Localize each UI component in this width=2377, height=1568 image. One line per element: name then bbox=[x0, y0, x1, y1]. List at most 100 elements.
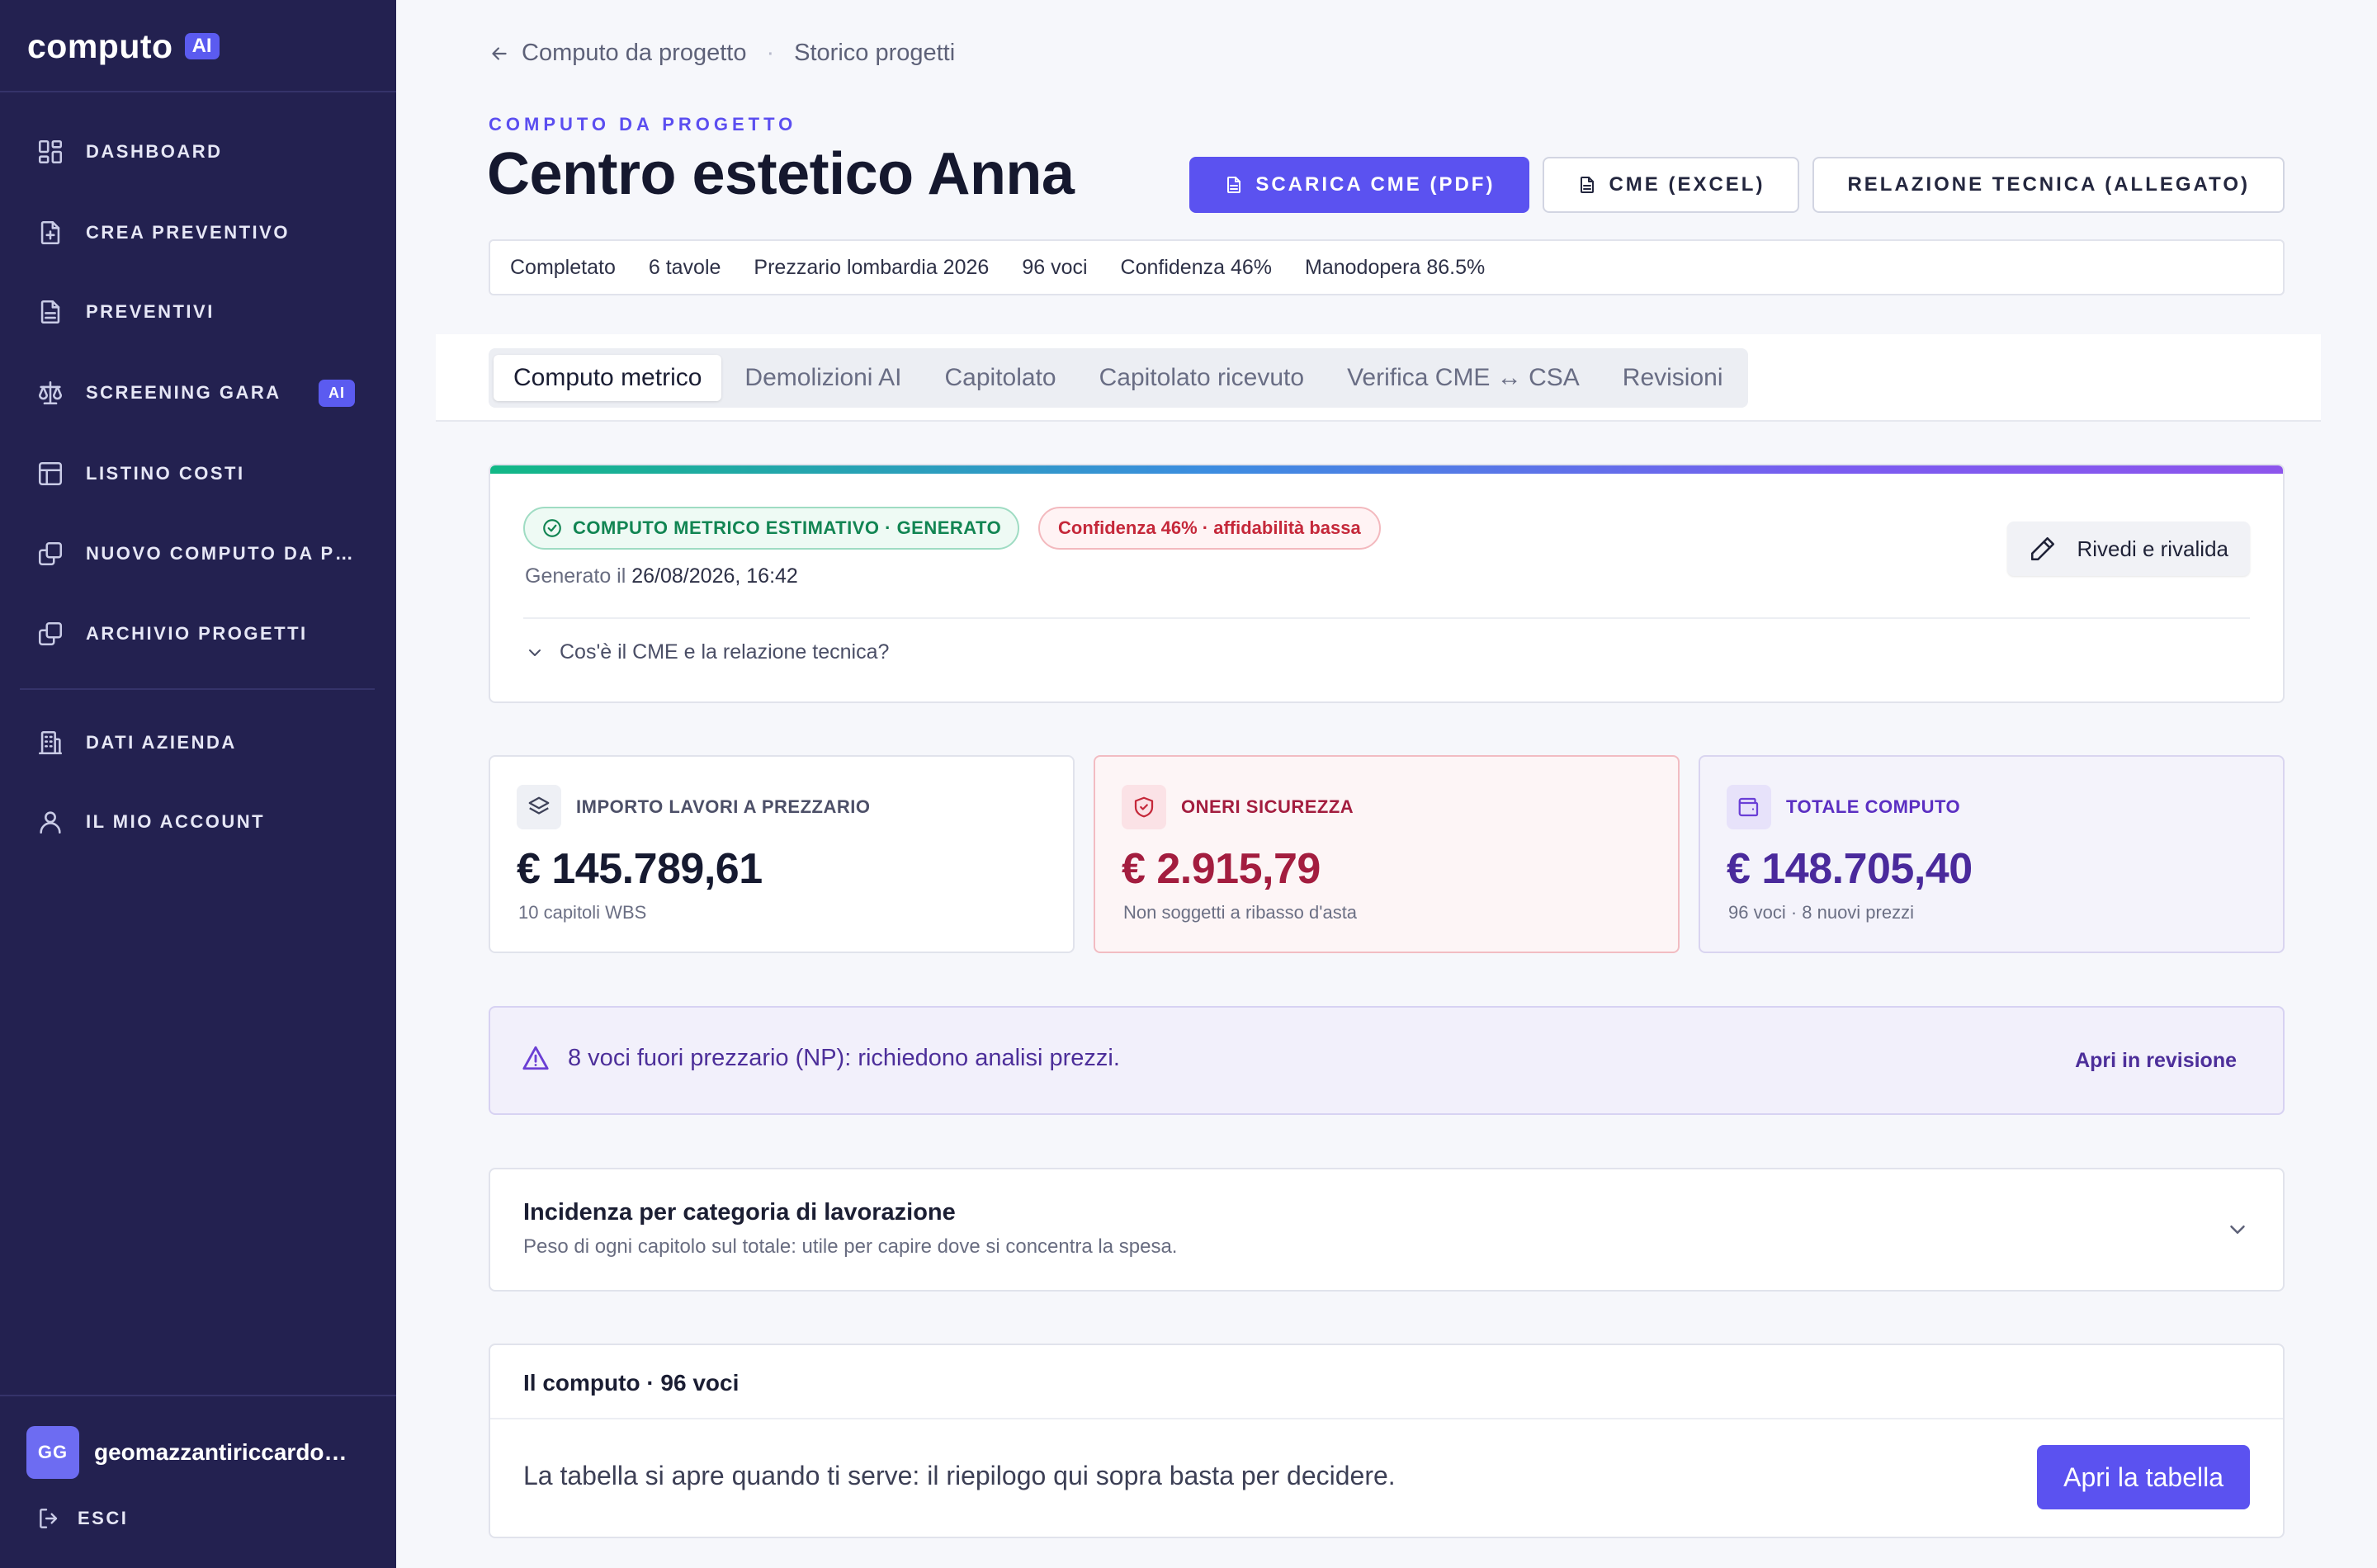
ai-badge: AI bbox=[319, 379, 355, 407]
chevron-down-icon[interactable] bbox=[2225, 1217, 2250, 1242]
breadcrumb: Computo da progetto · Storico progetti bbox=[489, 40, 955, 67]
breadcrumb-back-link[interactable]: Computo da progetto bbox=[522, 40, 746, 67]
sidebar-divider bbox=[0, 1395, 396, 1396]
meta-status: Completato bbox=[510, 255, 616, 279]
stat-value: € 148.705,40 bbox=[1727, 845, 1973, 893]
section-title: Il computo · 96 voci bbox=[523, 1370, 740, 1396]
generated-timestamp: Generato il 26/08/2026, 16:42 bbox=[525, 564, 798, 588]
sidebar-item-il-mio-account[interactable]: IL MIO ACCOUNT bbox=[36, 802, 366, 842]
incidence-section[interactable]: Incidenza per categoria di lavorazione P… bbox=[489, 1168, 2285, 1292]
open-in-review-link[interactable]: Apri in revisione bbox=[2075, 1049, 2237, 1073]
logo-text: computo bbox=[27, 26, 173, 65]
user-name: geomazzantiriccardo@gmail.com bbox=[94, 1439, 358, 1465]
stat-header: ONERI SICUREZZA bbox=[1122, 785, 1354, 829]
faq-toggle[interactable]: Cos'è il CME e la relazione tecnica? bbox=[525, 640, 889, 664]
sidebar-item-crea-preventivo[interactable]: CREA PREVENTIVO bbox=[36, 213, 366, 253]
meta-labor: Manodopera 86.5% bbox=[1305, 255, 1486, 279]
document-icon bbox=[1224, 175, 1244, 195]
computo-section: Il computo · 96 voci La tabella si apre … bbox=[489, 1344, 2285, 1538]
sidebar-item-dati-azienda[interactable]: DATI AZIENDA bbox=[36, 723, 366, 763]
warning-text: 8 voci fuori prezzario (NP): richiedono … bbox=[568, 1044, 1120, 1071]
sidebar-item-preventivi[interactable]: PREVENTIVI bbox=[36, 292, 366, 332]
section-title: Incidenza per categoria di lavorazione bbox=[523, 1199, 956, 1226]
stat-subtitle: 10 capitoli WBS bbox=[518, 902, 647, 923]
check-circle-icon bbox=[541, 517, 563, 539]
button-label: Rivedi e rivalida bbox=[2077, 536, 2228, 561]
stat-header: TOTALE COMPUTO bbox=[1727, 785, 1960, 829]
avatar: GG bbox=[26, 1426, 79, 1479]
section-subtitle: Peso di ogni capitolo sul totale: utile … bbox=[523, 1235, 1178, 1258]
divider bbox=[490, 1418, 2283, 1419]
generated-badge: COMPUTO METRICO ESTIMATIVO · GENERATO bbox=[523, 507, 1020, 550]
meta-confidence: Confidenza 46% bbox=[1120, 255, 1272, 279]
relazione-tecnica-button[interactable]: RELAZIONE TECNICA (ALLEGATO) bbox=[1812, 157, 2285, 213]
tab-computo-metrico[interactable]: Computo metrico bbox=[494, 355, 722, 401]
scale-icon bbox=[36, 379, 64, 407]
sidebar-item-archivio-progetti[interactable]: ARCHIVIO PROGETTI bbox=[36, 614, 366, 654]
cme-excel-button[interactable]: CME (EXCEL) bbox=[1543, 157, 1800, 213]
section-text: La tabella si apre quando ti serve: il r… bbox=[523, 1461, 1396, 1490]
sidebar: computo AI DASHBOARD CREA PREVENTIVO PRE… bbox=[0, 0, 396, 1568]
confidence-badge: Confidenza 46% · affidabilità bassa bbox=[1038, 507, 1381, 550]
sidebar-item-label: ARCHIVIO PROGETTI bbox=[86, 623, 308, 644]
back-arrow-icon[interactable] bbox=[489, 43, 510, 64]
button-label: SCARICA CME (PDF) bbox=[1255, 173, 1496, 196]
app-logo[interactable]: computo AI bbox=[27, 26, 220, 65]
page-eyebrow: COMPUTO DA PROGETTO bbox=[489, 114, 797, 135]
stat-subtitle: Non soggetti a ribasso d'asta bbox=[1123, 902, 1358, 923]
sidebar-item-nuovo-computo[interactable]: NUOVO COMPUTO DA PROGETTO bbox=[36, 534, 366, 574]
meta-items: 96 voci bbox=[1022, 255, 1088, 279]
meta-tables: 6 tavole bbox=[648, 255, 721, 279]
page-title: Centro estetico Anna bbox=[487, 141, 1075, 207]
faq-label: Cos'è il CME e la relazione tecnica? bbox=[560, 640, 890, 664]
stat-card-totale-computo: TOTALE COMPUTO € 148.705,40 96 voci · 8 … bbox=[1699, 755, 2285, 953]
document-icon bbox=[1577, 175, 1597, 195]
header-actions: SCARICA CME (PDF) CME (EXCEL) RELAZIONE … bbox=[1189, 157, 2285, 213]
copy-icon bbox=[36, 540, 64, 568]
stat-label: ONERI SICUREZZA bbox=[1181, 796, 1354, 817]
user-icon bbox=[36, 808, 64, 836]
sidebar-item-label: DASHBOARD bbox=[86, 141, 223, 162]
tab-capitolato-ricevuto[interactable]: Capitolato ricevuto bbox=[1080, 355, 1324, 401]
table-icon bbox=[36, 460, 64, 488]
sidebar-item-label: NUOVO COMPUTO DA PROGETTO bbox=[86, 543, 358, 564]
sidebar-item-label: PREVENTIVI bbox=[86, 301, 215, 322]
sidebar-item-label: SCREENING GARA bbox=[86, 382, 281, 403]
download-cme-pdf-button[interactable]: SCARICA CME (PDF) bbox=[1189, 157, 1530, 213]
warning-message: 8 voci fuori prezzario (NP): richiedono … bbox=[522, 1044, 1120, 1072]
meta-price-list: Prezzario lombardia 2026 bbox=[754, 255, 990, 279]
user-profile[interactable]: GG geomazzantiriccardo@gmail.com bbox=[26, 1426, 358, 1479]
sidebar-item-label: LISTINO COSTI bbox=[86, 463, 245, 484]
stat-subtitle: 96 voci · 8 nuovi prezzi bbox=[1728, 902, 1914, 923]
button-label: RELAZIONE TECNICA (ALLEGATO) bbox=[1847, 173, 2250, 196]
sidebar-divider bbox=[20, 688, 375, 690]
sidebar-item-screening-gara[interactable]: SCREENING GARA AI bbox=[36, 373, 366, 413]
tab-capitolato[interactable]: Capitolato bbox=[925, 355, 1076, 401]
sidebar-item-dashboard[interactable]: DASHBOARD bbox=[36, 132, 366, 172]
stat-label: TOTALE COMPUTO bbox=[1786, 796, 1961, 817]
tab-verifica-cme-csa[interactable]: Verifica CME ↔ CSA bbox=[1327, 355, 1600, 401]
tab-demolizioni-ai[interactable]: Demolizioni AI bbox=[725, 355, 921, 401]
warning-triangle-icon bbox=[522, 1044, 550, 1072]
sidebar-item-label: IL MIO ACCOUNT bbox=[86, 811, 266, 832]
layers-icon bbox=[517, 785, 561, 829]
file-plus-icon bbox=[36, 219, 64, 247]
main-content: Computo da progetto · Storico progetti C… bbox=[396, 0, 2377, 1568]
cme-status-card: COMPUTO METRICO ESTIMATIVO · GENERATO Co… bbox=[489, 464, 2285, 703]
sidebar-item-label: CREA PREVENTIVO bbox=[86, 222, 290, 243]
sidebar-item-listino-costi[interactable]: LISTINO COSTI bbox=[36, 454, 366, 494]
logout-button[interactable]: ESCI bbox=[36, 1505, 128, 1532]
tab-revisioni[interactable]: Revisioni bbox=[1603, 355, 1743, 401]
button-label: CME (EXCEL) bbox=[1609, 173, 1765, 196]
shield-icon bbox=[1122, 785, 1166, 829]
gradient-bar bbox=[490, 465, 2283, 474]
open-table-button[interactable]: Apri la tabella bbox=[2037, 1445, 2250, 1509]
generated-date: 26/08/2026, 16:42 bbox=[631, 564, 798, 588]
stat-label: IMPORTO LAVORI A PREZZARIO bbox=[576, 796, 871, 817]
np-warning-banner: 8 voci fuori prezzario (NP): richiedono … bbox=[489, 1006, 2285, 1115]
chevron-down-icon bbox=[525, 643, 545, 663]
file-text-icon bbox=[36, 298, 64, 326]
breadcrumb-current-link[interactable]: Storico progetti bbox=[794, 40, 955, 67]
review-revalidate-button[interactable]: Rivedi e rivalida bbox=[2007, 522, 2250, 576]
logo-badge: AI bbox=[184, 33, 220, 59]
